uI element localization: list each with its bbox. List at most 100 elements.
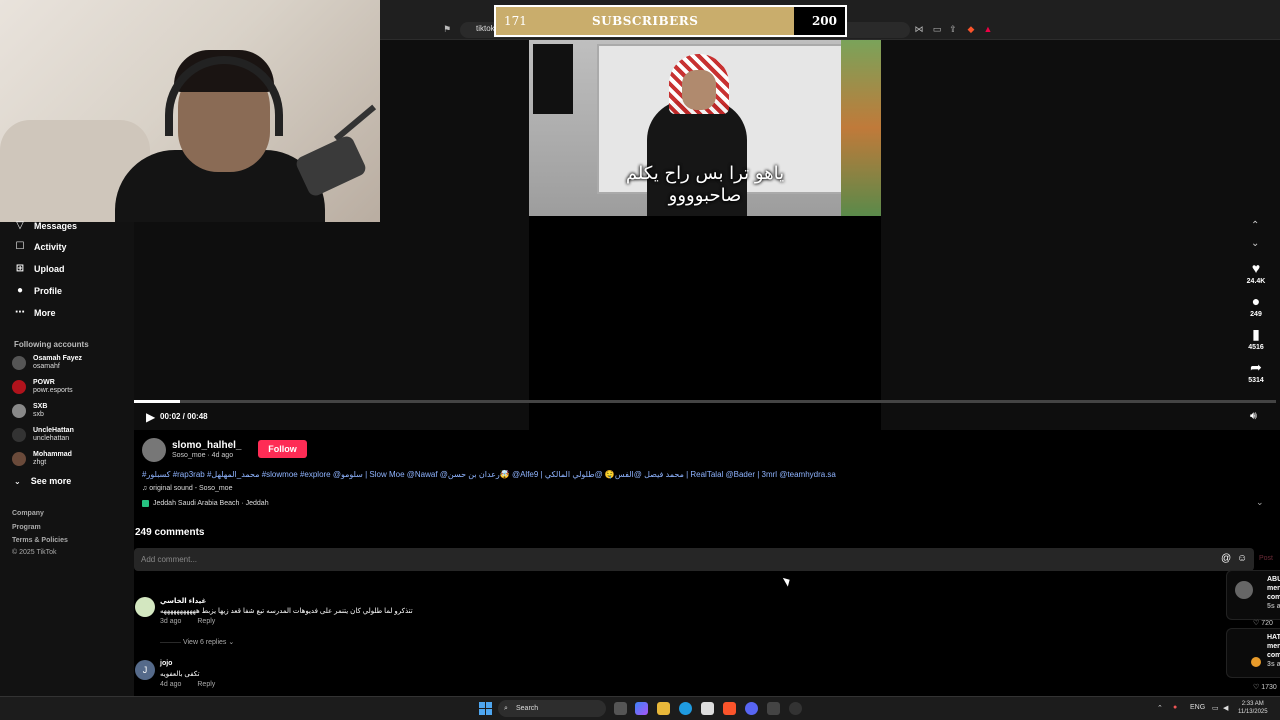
- save-action[interactable]: ▮ 4516: [1240, 326, 1272, 351]
- notification-line: 5s a: [1267, 603, 1280, 610]
- mention-icon[interactable]: @: [1221, 553, 1231, 564]
- bookmark-icon[interactable]: ⚑: [442, 24, 452, 34]
- tray-chevron-icon[interactable]: ⌃: [1157, 704, 1163, 712]
- notification-card[interactable]: ABU men com 5s a: [1226, 570, 1280, 620]
- see-more-link[interactable]: ⌄ See more: [14, 476, 71, 486]
- search-icon: ⌕: [504, 705, 508, 712]
- chevron-up-icon[interactable]: ⌃: [1251, 220, 1259, 231]
- sidebar-item-more[interactable]: ⋯ More: [14, 304, 56, 322]
- share-action[interactable]: ➦ 5314: [1240, 359, 1272, 384]
- extension-icon[interactable]: ⋈: [914, 24, 924, 34]
- heart-icon: ♥: [1251, 260, 1261, 276]
- language-indicator[interactable]: ENG: [1190, 704, 1205, 711]
- file-explorer-icon[interactable]: [657, 702, 670, 715]
- comment-action[interactable]: ● 249: [1240, 293, 1272, 318]
- location-text: Jeddah Saudi Arabia Beach · Jeddah: [153, 500, 269, 507]
- comment-author[interactable]: غيداء الخاسي: [160, 597, 206, 605]
- account-name: UncleHattan: [33, 427, 74, 434]
- speaker-icon[interactable]: ◀: [1223, 704, 1228, 712]
- save-count: 4516: [1248, 344, 1264, 351]
- profile-icon: ●: [16, 285, 24, 296]
- footer-program[interactable]: Program: [12, 524, 41, 531]
- notification-text: HAT men com 3s a: [1267, 633, 1280, 669]
- following-account[interactable]: POWR powr.esports: [12, 376, 130, 398]
- brave-icon[interactable]: [723, 702, 736, 715]
- taskbar-search[interactable]: ⌕ Search: [498, 700, 606, 717]
- share-icon[interactable]: ⇪: [948, 24, 958, 34]
- taskbar-clock[interactable]: 2:33 AM 11/13/2025: [1238, 700, 1268, 716]
- edge-icon[interactable]: [679, 702, 692, 715]
- reply-button[interactable]: Reply: [197, 681, 215, 688]
- caption-line-1: ياهو ترا بس راح يكلم: [625, 163, 785, 184]
- windows-start-icon[interactable]: [479, 702, 492, 715]
- video-time: 00:02 / 00:48: [160, 412, 208, 421]
- avatar[interactable]: J: [135, 660, 155, 680]
- notification-likes: ♡ 720: [1253, 619, 1273, 627]
- post-location[interactable]: Jeddah Saudi Arabia Beach · Jeddah: [142, 500, 269, 507]
- account-handle: powr.esports: [33, 387, 73, 394]
- chevron-down-icon: ⌄: [14, 476, 21, 486]
- sidebar-icon[interactable]: ▭: [932, 24, 942, 34]
- comment-date: 4d ago: [160, 681, 182, 688]
- video-caption: ياهو ترا بس راح يكلم صاحبوووو: [529, 163, 881, 207]
- post-description[interactable]: #كسبلور #rap3rab #محمد_المهلهل #slowmoe …: [142, 470, 836, 479]
- post-sound[interactable]: ♫ original sound - Soso_moe: [142, 485, 232, 492]
- notification-card[interactable]: HAT men com 3s a: [1226, 628, 1280, 678]
- likes-count: 1730: [1261, 684, 1277, 691]
- comments-count: 249 comments: [135, 527, 205, 538]
- comment-input-box[interactable]: [134, 548, 1254, 571]
- comment-input[interactable]: [134, 548, 1254, 571]
- play-icon[interactable]: ▶: [146, 410, 155, 424]
- reply-button[interactable]: Reply: [197, 618, 215, 625]
- heart-outline-icon: ♡: [1253, 684, 1262, 691]
- avatar: [12, 356, 26, 370]
- creator-avatar[interactable]: [142, 438, 166, 462]
- account-name: Osamah Fayez: [33, 355, 83, 362]
- footer-terms[interactable]: Terms & Policies: [12, 537, 68, 544]
- brave-shield-icon[interactable]: ◆: [966, 24, 976, 34]
- clock-date: 11/13/2025: [1238, 709, 1268, 715]
- notification-line: com: [1267, 594, 1280, 601]
- chevron-down-icon[interactable]: ⌄: [1251, 238, 1259, 249]
- following-account[interactable]: Mohammad zhgt: [12, 448, 130, 470]
- obs-icon[interactable]: [789, 702, 802, 715]
- discord-icon[interactable]: [745, 702, 758, 715]
- footer-company[interactable]: Company: [12, 510, 44, 517]
- comment-author[interactable]: jojo: [160, 660, 172, 667]
- rewards-icon[interactable]: ▲: [983, 24, 993, 34]
- avatar[interactable]: [135, 597, 155, 617]
- creator-username[interactable]: slomo_halhel_: [172, 440, 241, 451]
- comment-text: تكفى بالعفويه: [160, 671, 200, 678]
- post-comment-button[interactable]: Post: [1259, 555, 1273, 562]
- footer-copyright: © 2025 TikTok: [12, 549, 57, 556]
- task-view-icon[interactable]: [614, 702, 627, 715]
- sidebar-item-upload[interactable]: ⊞ Upload: [14, 260, 65, 278]
- subscriber-remaining: 200: [794, 7, 845, 35]
- store-icon[interactable]: [701, 702, 714, 715]
- account-handle: osamahf: [33, 363, 60, 370]
- video-progress-bar[interactable]: [134, 400, 1276, 403]
- comment-meta: 4d ago Reply: [160, 681, 229, 688]
- following-account[interactable]: Osamah Fayez osamahf: [12, 352, 130, 374]
- sidebar-item-activity[interactable]: ☐ Activity: [14, 238, 67, 256]
- notification-line: men: [1267, 585, 1280, 592]
- mic-tray-icon[interactable]: ●: [1173, 704, 1177, 711]
- following-account[interactable]: SXB sxb: [12, 400, 130, 422]
- subscriber-goal-bar: 171 SUBSCRIBERS 200: [494, 5, 847, 37]
- app-icon[interactable]: [767, 702, 780, 715]
- following-account[interactable]: UncleHattan unclehattan: [12, 424, 130, 446]
- avatar: [12, 428, 26, 442]
- sidebar-item-messages[interactable]: ▽ Messages: [14, 217, 77, 235]
- more-icon: ⋯: [15, 307, 25, 318]
- network-icon[interactable]: ▭: [1212, 704, 1219, 712]
- volume-icon[interactable]: 🔊︎: [1250, 410, 1257, 423]
- like-action[interactable]: ♥ 24.4K: [1240, 260, 1272, 285]
- expand-chevron-icon[interactable]: ⌄: [1256, 497, 1264, 508]
- view-replies-button[interactable]: ——— View 6 replies ⌄: [160, 638, 234, 646]
- copilot-icon[interactable]: [635, 702, 648, 715]
- follow-button[interactable]: Follow: [258, 440, 307, 458]
- sidebar-item-profile[interactable]: ● Profile: [14, 282, 62, 300]
- emoji-icon[interactable]: ☺: [1237, 553, 1247, 564]
- notification-name: HAT: [1267, 634, 1280, 641]
- notification-line: men: [1267, 643, 1280, 650]
